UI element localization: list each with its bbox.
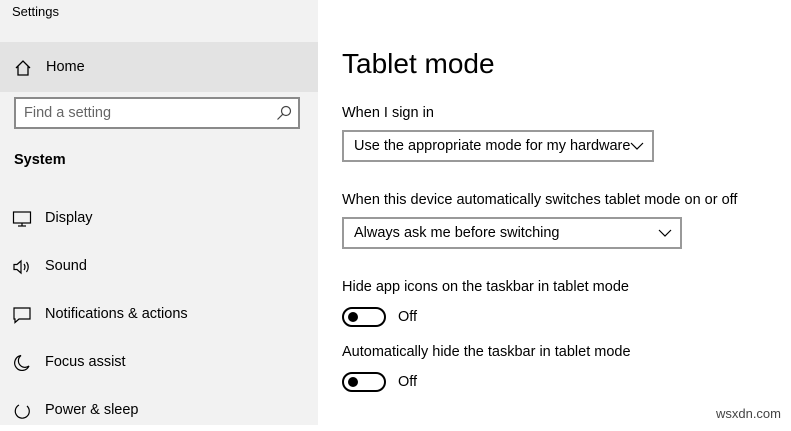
sign-in-selected: Use the appropriate mode for my hardware (354, 138, 631, 154)
section-title: System (14, 152, 66, 168)
sign-in-label: When I sign in (342, 105, 434, 121)
toggle-knob (348, 312, 358, 322)
search-icon[interactable] (276, 105, 292, 121)
search-box[interactable] (14, 97, 300, 129)
hide-taskbar-state: Off (398, 374, 418, 390)
hide-taskbar-toggle[interactable] (342, 372, 386, 392)
power-icon (14, 404, 30, 419)
hide-icons-toggle[interactable] (342, 307, 386, 327)
moon-icon (14, 354, 30, 372)
chevron-down-icon (630, 142, 644, 150)
sidebar-item-notifications[interactable]: Notifications & actions (0, 295, 318, 335)
hide-icons-state: Off (398, 309, 418, 325)
sidebar-item-label: Power & sleep (45, 402, 139, 418)
sidebar-item-label: Focus assist (45, 354, 126, 370)
sidebar-item-label: Sound (45, 258, 87, 274)
sidebar-item-display[interactable]: Display (0, 199, 318, 239)
auto-switch-label: When this device automatically switches … (342, 192, 738, 208)
toggle-knob (348, 377, 358, 387)
sidebar: Settings Home System Display Sound (0, 0, 318, 425)
window-title: Settings (12, 4, 59, 19)
speaker-icon (13, 259, 29, 275)
sidebar-item-focus-assist[interactable]: Focus assist (0, 343, 318, 383)
sidebar-item-home[interactable]: Home (0, 42, 318, 92)
sidebar-item-label: Notifications & actions (45, 306, 188, 322)
sign-in-dropdown[interactable]: Use the appropriate mode for my hardware (342, 130, 654, 162)
hide-taskbar-label: Automatically hide the taskbar in tablet… (342, 344, 631, 360)
sidebar-item-power[interactable]: Power & sleep (0, 391, 318, 431)
watermark: wsxdn.com (715, 406, 781, 421)
sidebar-item-label: Home (46, 59, 85, 75)
search-input[interactable] (24, 104, 264, 122)
main-panel: Tablet mode When I sign in Use the appro… (318, 0, 791, 425)
sidebar-item-sound[interactable]: Sound (0, 247, 318, 287)
chevron-down-icon (658, 229, 672, 237)
auto-switch-selected: Always ask me before switching (354, 225, 560, 241)
hide-icons-label: Hide app icons on the taskbar in tablet … (342, 279, 629, 295)
sidebar-item-label: Display (45, 210, 93, 226)
home-icon (15, 60, 31, 76)
page-title: Tablet mode (342, 48, 495, 79)
notification-icon (13, 307, 31, 324)
display-icon (12, 211, 32, 227)
auto-switch-dropdown[interactable]: Always ask me before switching (342, 217, 682, 249)
